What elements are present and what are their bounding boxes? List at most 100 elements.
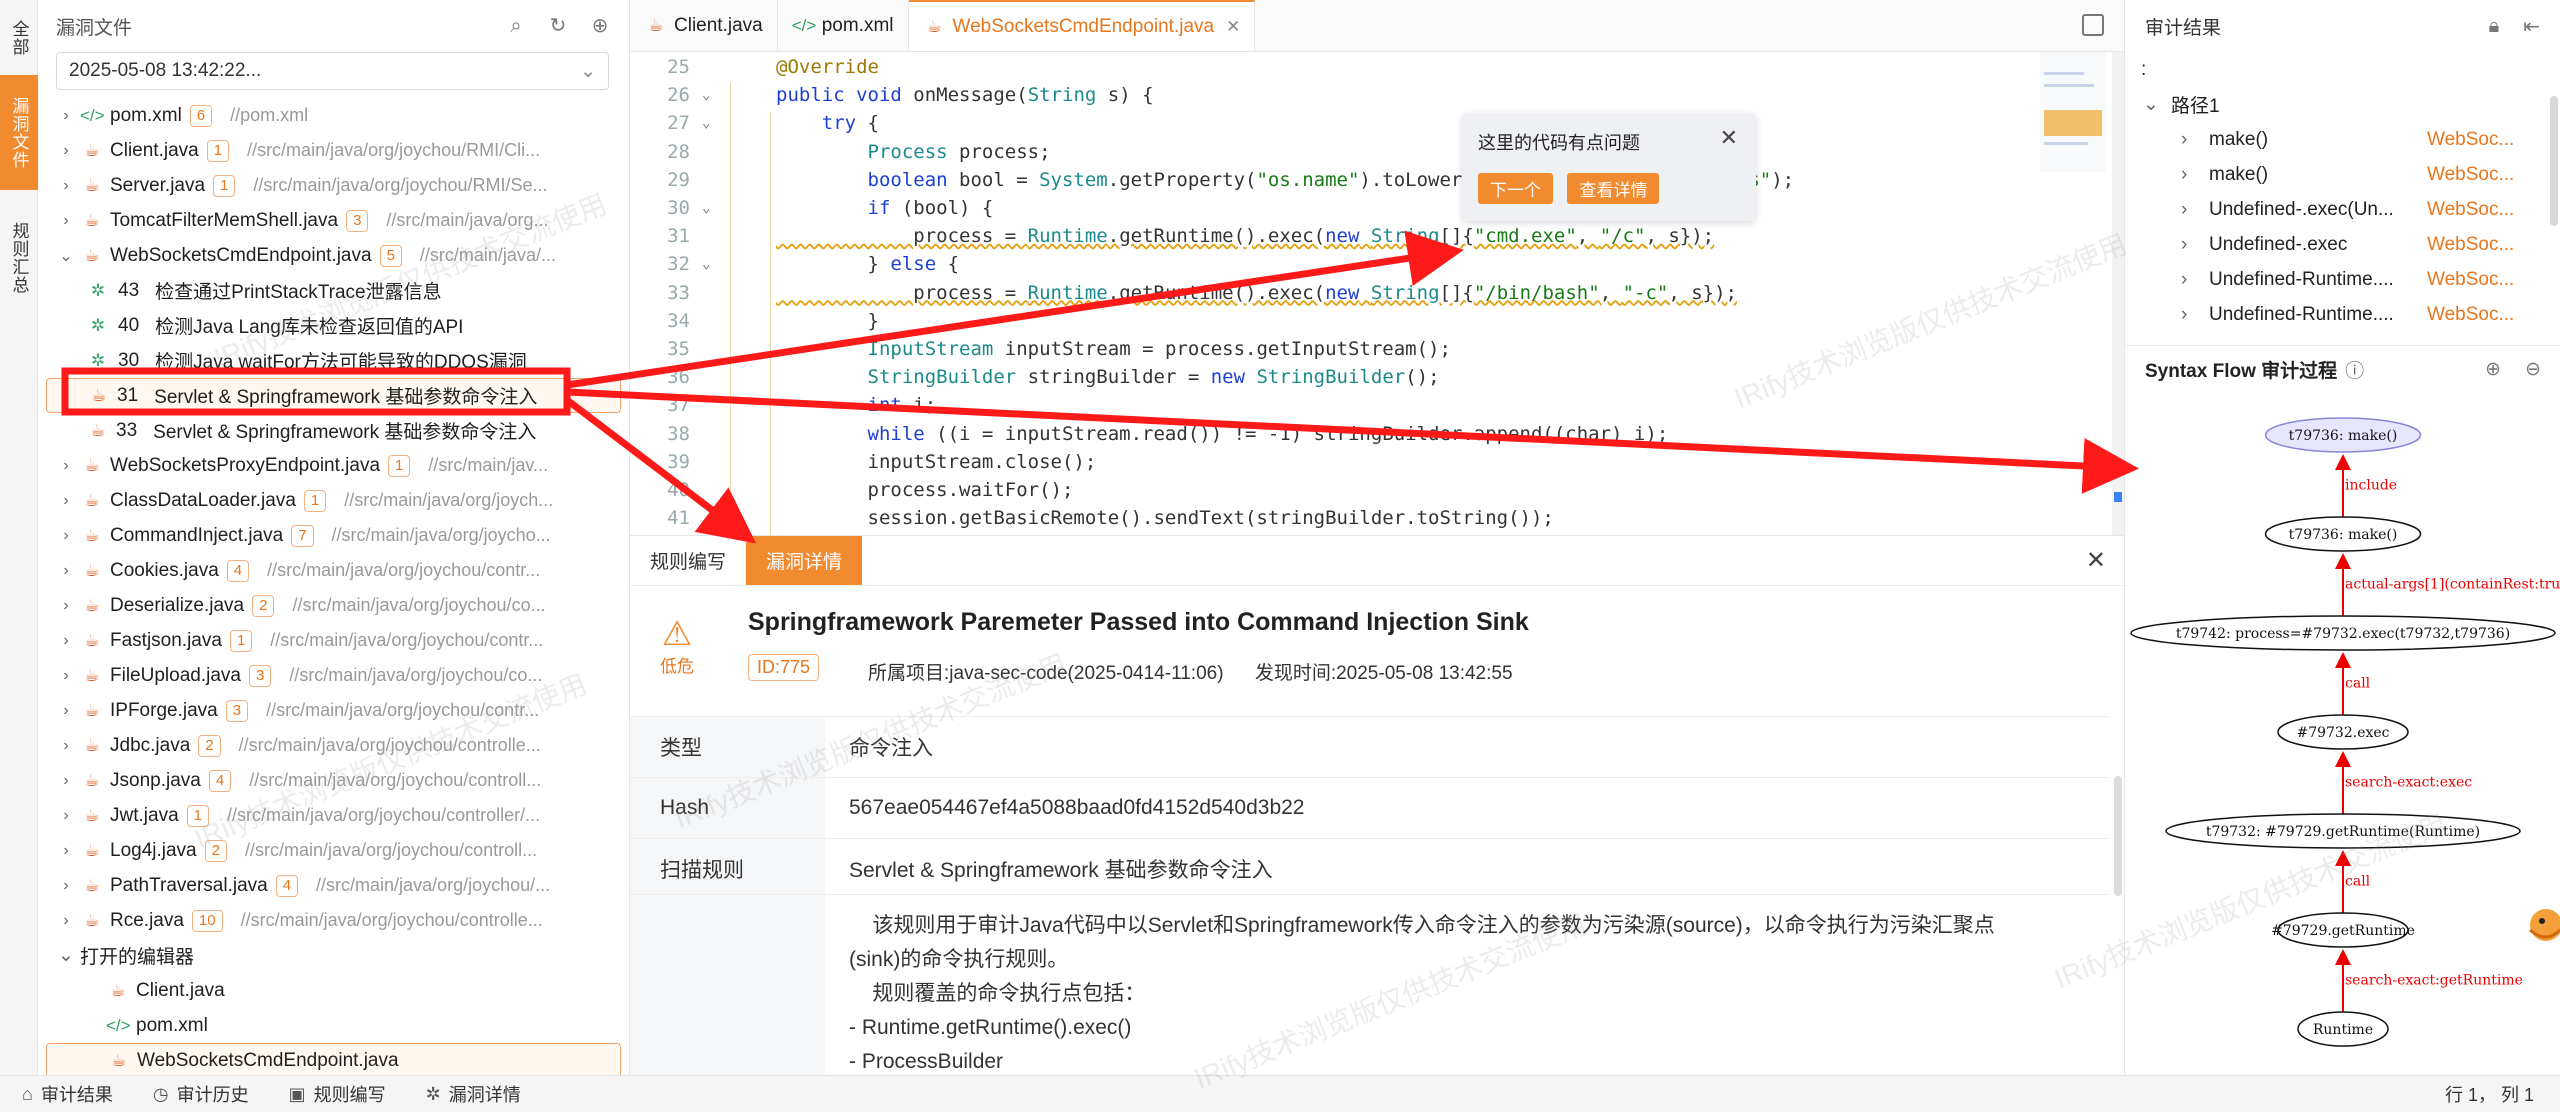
- file-row-expanded[interactable]: ⌄ ☕ WebSocketsCmdEndpoint.java 5 //src/m…: [38, 238, 629, 273]
- split-editor-icon[interactable]: [2082, 14, 2104, 36]
- code-line: session.getBasicRemote().sendText(string…: [776, 507, 1554, 530]
- file-row[interactable]: › ☕ Deserialize.java 2 //src/main/java/o…: [38, 588, 629, 623]
- path-step[interactable]: › Undefined-.exec(Un... WebSoc...: [2125, 192, 2560, 227]
- file-row[interactable]: › ☕ FileUpload.java 3 //src/main/java/or…: [38, 658, 629, 693]
- detail-tabs: 规则编写 漏洞详情 ✕: [630, 536, 2124, 586]
- file-row[interactable]: › ☕ Client.java 1 //src/main/java/org/jo…: [38, 133, 629, 168]
- issue-label: 检测Java waitFor方法可能导致的DDOS漏洞: [155, 352, 527, 373]
- code-area[interactable]: 25 @Override 26 ⌄ public void onMessage(Stri…: [630, 52, 2100, 535]
- issue-row[interactable]: ✲ 40 检测Java Lang库未检查返回值的API: [38, 308, 629, 343]
- editor-tab[interactable]: ☕ WebSocketsCmdEndpoint.java ✕: [908, 0, 1256, 51]
- file-row[interactable]: › ☕ IPForge.java 3 //src/main/java/org/j…: [38, 693, 629, 728]
- warning-icon: ⚠: [661, 615, 693, 653]
- file-path: //src/main/java/org/joychou/controlle...: [240, 910, 543, 930]
- file-path: //src/main/java/org/joychou/contr...: [266, 700, 540, 720]
- search-icon[interactable]: ⌕: [505, 15, 527, 37]
- rail-tab-rule-summary[interactable]: 规则汇总: [0, 200, 38, 315]
- tab-vuln-detail[interactable]: 漏洞详情: [746, 536, 863, 585]
- java-file-icon: ☕: [84, 665, 100, 685]
- result-scrollbar[interactable]: [2550, 96, 2558, 226]
- fold-chevron-icon[interactable]: ⌄: [702, 200, 710, 216]
- collapse-icon[interactable]: ⇤: [2523, 14, 2540, 39]
- status-audit-history[interactable]: ◷ 审计历史: [153, 1081, 249, 1107]
- minimap[interactable]: [2040, 52, 2106, 172]
- close-icon[interactable]: ✕: [2086, 536, 2124, 585]
- close-icon[interactable]: ✕: [1720, 125, 1738, 151]
- file-row[interactable]: › ☕ CommandInject.java 7 //src/main/java…: [38, 518, 629, 553]
- next-button[interactable]: 下一个: [1478, 173, 1553, 204]
- fold-chevron-icon[interactable]: ⌄: [702, 256, 710, 272]
- flow-node-label: #79732.exec: [2296, 725, 2389, 741]
- file-row[interactable]: › ☕ Rce.java 10 //src/main/java/org/joyc…: [38, 903, 629, 938]
- open-editor-item[interactable]: </> pom.xml: [38, 1008, 629, 1043]
- issue-row[interactable]: ☕ 33 Servlet & Springframework 基础参数命令注入: [38, 413, 629, 448]
- file-row[interactable]: › ☕ Server.java 1 //src/main/java/org/jo…: [38, 168, 629, 203]
- scan-date-select[interactable]: 2025-05-08 13:42:22... ⌄: [56, 52, 609, 90]
- java-file-icon: ☕: [84, 630, 100, 650]
- vuln-title: Springframework Paremeter Passed into Co…: [748, 608, 1529, 636]
- rail-tab-vuln-files[interactable]: 漏洞文件: [0, 75, 38, 190]
- code-line: if (bool) {: [867, 197, 994, 219]
- refresh-icon[interactable]: ↻: [547, 15, 569, 37]
- editor-tab[interactable]: ☕ Client.java: [630, 0, 778, 51]
- issue-count-badge: 4: [275, 874, 299, 897]
- rail-tab-all[interactable]: 全部: [0, 0, 38, 75]
- issue-row[interactable]: ✲ 30 检测Java waitFor方法可能导致的DDOS漏洞: [38, 343, 629, 378]
- path-step[interactable]: › Undefined-.exec WebSoc...: [2125, 227, 2560, 262]
- chevron-right-icon: ›: [2181, 128, 2188, 150]
- open-editor-item[interactable]: ☕ WebSocketsCmdEndpoint.java: [46, 1043, 621, 1078]
- file-row[interactable]: › ☕ Jdbc.java 2 //src/main/java/org/joyc…: [38, 728, 629, 763]
- file-row[interactable]: › ☕ Jsonp.java 4 //src/main/java/org/joy…: [38, 763, 629, 798]
- fold-chevron-icon[interactable]: ⌄: [702, 87, 710, 103]
- zoom-out-icon[interactable]: ⊖: [2525, 358, 2541, 381]
- path-step[interactable]: › Undefined-Runtime.... WebSoc...: [2125, 297, 2560, 332]
- editor-tab[interactable]: </> pom.xml: [778, 0, 909, 51]
- path-step[interactable]: › Undefined-Runtime.... WebSoc...: [2125, 262, 2560, 297]
- path-step[interactable]: › make() WebSoc...: [2125, 157, 2560, 192]
- status-vuln-detail[interactable]: ✲ 漏洞详情: [426, 1081, 521, 1107]
- java-file-icon: ☕: [84, 805, 100, 825]
- file-row[interactable]: › ☕ PathTraversal.java 4 //src/main/java…: [38, 868, 629, 903]
- help-icon[interactable]: ⓘ: [2345, 356, 2364, 383]
- path-node[interactable]: ⌄ 路径1: [2125, 87, 2560, 122]
- path-step[interactable]: › make() WebSoc...: [2125, 122, 2560, 157]
- xml-file-icon: </>: [80, 105, 105, 125]
- file-path: //src/main/java/org/joychou/...: [316, 875, 551, 895]
- issue-count-badge: 2: [204, 839, 227, 862]
- file-row[interactable]: › ☕ Cookies.java 4 //src/main/java/org/j…: [38, 553, 629, 588]
- status-rule-edit[interactable]: ▣ 规则编写: [289, 1081, 386, 1107]
- issue-row[interactable]: ☕ 31 Servlet & Springframework 基础参数命令注入: [46, 378, 621, 413]
- line-number: 27: [667, 112, 690, 135]
- file-row[interactable]: › ☕ Log4j.java 2 //src/main/java/org/joy…: [38, 833, 629, 868]
- file-row[interactable]: › ☕ Jwt.java 1 //src/main/java/org/joych…: [38, 798, 629, 833]
- chevron-right-icon: ›: [2181, 233, 2188, 255]
- file-name: CommandInject.java: [110, 524, 284, 546]
- add-circle-icon[interactable]: ⊕: [589, 15, 611, 37]
- java-file-icon: ☕: [84, 875, 100, 895]
- file-row[interactable]: › ☕ Fastjson.java 1 //src/main/java/org/…: [38, 623, 629, 658]
- chevron-right-icon: ›: [63, 561, 69, 579]
- view-detail-button[interactable]: 查看详情: [1567, 173, 1660, 204]
- open-editors-header[interactable]: ⌄ 打开的编辑器: [38, 938, 629, 973]
- status-audit-result[interactable]: ⌂ 审计结果: [22, 1081, 113, 1107]
- lock-icon[interactable]: 🔒︎: [2489, 15, 2500, 38]
- detail-scrollbar[interactable]: [2114, 776, 2122, 896]
- tab-rule-edit[interactable]: 规则编写: [630, 536, 746, 585]
- issue-row[interactable]: ✲ 43 检查通过PrintStackTrace泄露信息: [38, 273, 629, 308]
- file-row[interactable]: › ☕ ClassDataLoader.java 1 //src/main/ja…: [38, 483, 629, 518]
- file-row[interactable]: › </> pom.xml 6 //pom.xml: [38, 98, 629, 133]
- fold-chevron-icon[interactable]: ⌄: [702, 115, 710, 131]
- editor-scrollbar[interactable]: [2112, 52, 2124, 535]
- cursor-position: 行 1， 列 1: [2444, 1085, 2534, 1105]
- open-editors-title: 打开的编辑器: [80, 947, 195, 968]
- open-editor-item[interactable]: ☕ Client.java: [38, 973, 629, 1008]
- issue-count-badge: 1: [186, 804, 209, 827]
- file-name: Server.java: [110, 174, 206, 196]
- close-icon[interactable]: ✕: [1226, 17, 1240, 37]
- file-row[interactable]: › ☕ TomcatFilterMemShell.java 3 //src/ma…: [38, 203, 629, 238]
- file-row[interactable]: › ☕ WebSocketsProxyEndpoint.java 1 //src…: [38, 448, 629, 483]
- syntax-flow-graph[interactable]: include actual-args[1](containRest:true) c…: [2125, 395, 2560, 1075]
- vuln-meta: 所属项目:java-sec-code(2025-0414-11:06) 发现时间…: [868, 658, 1539, 685]
- issue-count-badge: 1: [206, 139, 230, 162]
- zoom-in-icon[interactable]: ⊕: [2485, 358, 2501, 381]
